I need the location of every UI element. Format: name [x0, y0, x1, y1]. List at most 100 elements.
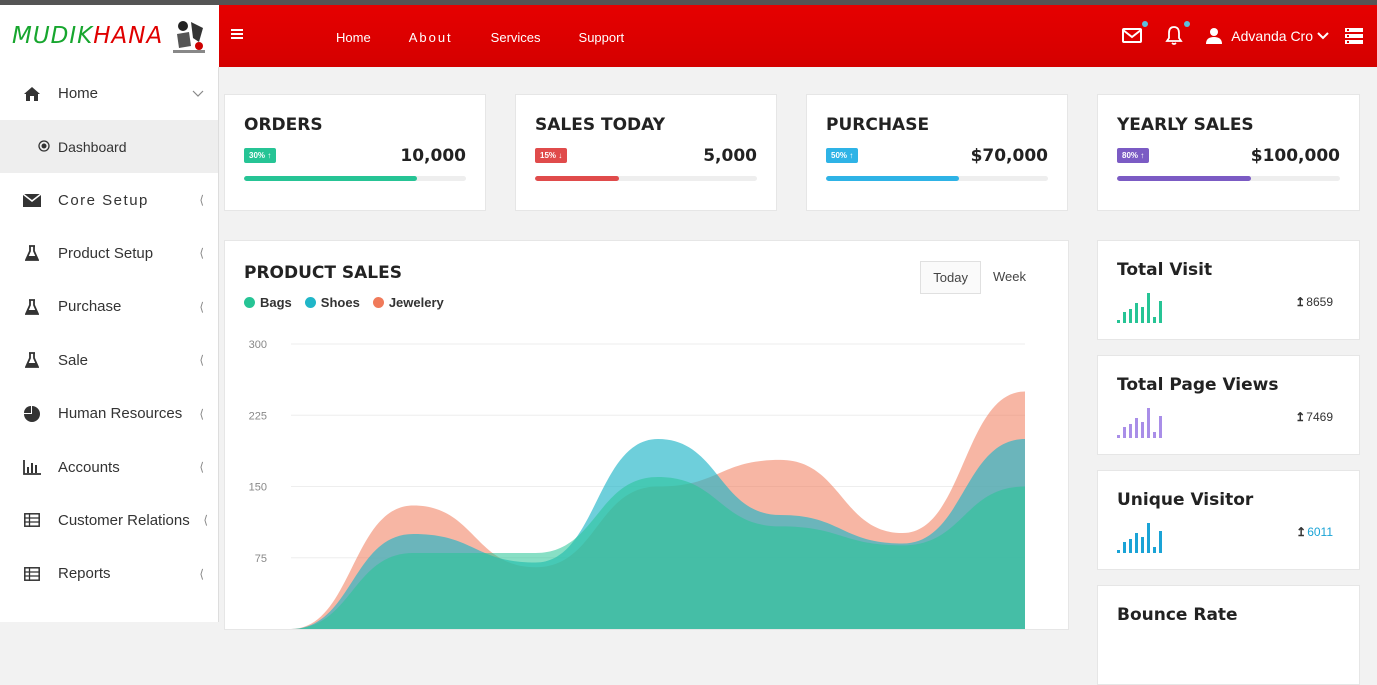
area-chart: 300 225 150 75 — [249, 339, 1025, 629]
sidebar-item-label: Human Resources — [58, 405, 183, 423]
nav-link-home[interactable]: Home — [336, 30, 371, 45]
nav-link-services[interactable]: Services — [491, 30, 541, 45]
flask-icon — [22, 298, 42, 316]
sparkline-bar — [1123, 542, 1126, 553]
nav-links: Home About Services Support — [336, 30, 662, 45]
sidebar-item-label: Core Setup — [58, 191, 149, 209]
chevron-left-icon: ⟨ — [199, 406, 204, 421]
nav-link-support[interactable]: Support — [579, 30, 625, 45]
user-icon[interactable] — [1205, 27, 1223, 45]
arrow-up-icon: ↥ — [1295, 295, 1306, 309]
sparkline-bar — [1147, 293, 1150, 323]
user-name[interactable]: Advanda Cro — [1231, 28, 1313, 44]
sparkline-bar — [1129, 309, 1132, 323]
chevron-left-icon: ⟨ — [199, 460, 204, 475]
nav-right: Advanda Cro — [1121, 21, 1377, 51]
sidebar-item-label: Sale — [58, 351, 89, 369]
sparkline-bar — [1123, 312, 1126, 323]
stat-card-yearly-sales: YEARLY SALES 80% ↑ $100,000 — [1097, 94, 1360, 211]
mini-value: ↥8659 — [1295, 295, 1333, 309]
sparkline-bar — [1153, 317, 1156, 323]
chevron-left-icon: ⟨ — [199, 299, 204, 314]
sidebar-item-human-resources[interactable]: Human Resources ⟨ — [0, 387, 218, 440]
sidebar-item-label: Product Setup — [58, 244, 154, 262]
sidebar-item-reports[interactable]: Reports ⟨ — [0, 547, 218, 600]
sparkline-bar — [1123, 427, 1126, 438]
server-menu-icon[interactable] — [1345, 27, 1363, 45]
sparkline-bar — [1117, 435, 1120, 438]
sparkline-bar — [1141, 422, 1144, 438]
mail-icon[interactable] — [1121, 21, 1149, 48]
chevron-left-icon: ⟨ — [199, 353, 204, 368]
flask-icon — [22, 351, 42, 369]
arrow-up-icon: ↥ — [1295, 410, 1306, 424]
flask-icon — [22, 244, 42, 262]
chevron-left-icon: ⟨ — [203, 513, 208, 528]
sparkline-bar — [1159, 531, 1162, 553]
chevron-left-icon: ⟨ — [199, 193, 204, 208]
sidebar-item-purchase[interactable]: Purchase ⟨ — [0, 280, 218, 333]
sparkline-bars — [1117, 291, 1165, 323]
mini-card-total-visit: Total Visit ↥8659 — [1097, 240, 1360, 340]
table-icon — [22, 511, 42, 529]
menu-toggle-icon[interactable] — [231, 29, 243, 39]
nav-link-about[interactable]: About — [409, 30, 453, 45]
status-badge: 80% ↑ — [1117, 148, 1150, 163]
sidebar-item-label: Customer Relations — [58, 511, 190, 529]
chevron-down-icon — [192, 87, 204, 101]
sidebar-item-sale[interactable]: Sale ⟨ — [0, 334, 218, 387]
sparkline-bar — [1153, 547, 1156, 553]
chevron-down-icon[interactable] — [1317, 30, 1329, 42]
stat-card-purchase: PURCHASE 50% ↑ $70,000 — [806, 94, 1068, 211]
mini-card-bounce-rate: Bounce Rate — [1097, 585, 1360, 685]
brand-name: MUDIKHANA — [12, 23, 164, 49]
sidebar-item-home[interactable]: Home — [0, 67, 218, 120]
brand-logo-icon — [173, 21, 206, 53]
mini-title: Total Visit — [1117, 260, 1213, 280]
mini-title: Bounce Rate — [1117, 605, 1238, 625]
sparkline-bar — [1135, 533, 1138, 553]
stat-title: SALES TODAY — [535, 115, 666, 135]
home-icon — [22, 85, 42, 103]
pie-chart-icon — [22, 405, 42, 423]
sparkline-bar — [1135, 418, 1138, 438]
sidebar-item-dashboard[interactable]: Dashboard — [0, 120, 218, 174]
mini-title: Total Page Views — [1117, 375, 1279, 395]
mini-card-total-page-views: Total Page Views ↥7469 — [1097, 355, 1360, 455]
sidebar-item-product-setup[interactable]: Product Setup ⟨ — [0, 227, 218, 280]
stat-title: YEARLY SALES — [1117, 115, 1254, 135]
sidebar-item-label: Accounts — [58, 458, 120, 476]
sidebar-item-accounts[interactable]: Accounts ⟨ — [0, 440, 218, 493]
sparkline-bar — [1153, 432, 1156, 438]
sidebar-item-customer-relations[interactable]: Customer Relations ⟨ — [0, 494, 218, 547]
sparkline-bar — [1147, 523, 1150, 553]
brand[interactable]: MUDIKHANA — [0, 5, 219, 67]
stat-card-orders: ORDERS 30% ↑ 10,000 — [224, 94, 486, 211]
sparkline-bar — [1159, 416, 1162, 438]
y-tick-label: 150 — [249, 482, 267, 494]
table-icon — [22, 565, 42, 583]
sidebar-item-label: Home — [58, 85, 99, 102]
y-tick-label: 75 — [255, 553, 267, 565]
stat-title: PURCHASE — [826, 115, 930, 135]
top-navbar: Home About Services Support Advanda Cro — [219, 5, 1377, 67]
sidebar-item-label: Reports — [58, 565, 111, 583]
bar-chart-icon — [22, 458, 42, 476]
sparkline-bars — [1117, 406, 1165, 438]
sidebar-item-label: Purchase — [58, 298, 122, 316]
sparkline-bar — [1129, 424, 1132, 438]
sparkline-bar — [1141, 307, 1144, 323]
bell-icon[interactable] — [1163, 21, 1191, 48]
sidebar-item-core-setup[interactable]: Core Setup ⟨ — [0, 173, 218, 226]
sidebar-item-label: Dashboard — [58, 138, 127, 155]
stat-value: $100,000 — [1250, 146, 1340, 166]
y-tick-label: 300 — [249, 339, 267, 351]
progress-bar — [244, 176, 466, 181]
radio-icon — [38, 139, 50, 155]
mini-title: Unique Visitor — [1117, 490, 1254, 510]
sparkline-bar — [1117, 550, 1120, 553]
stat-value: 10,000 — [400, 146, 466, 166]
progress-bar — [1117, 176, 1340, 181]
status-badge: 15% ↓ — [535, 148, 568, 163]
progress-bar — [535, 176, 757, 181]
